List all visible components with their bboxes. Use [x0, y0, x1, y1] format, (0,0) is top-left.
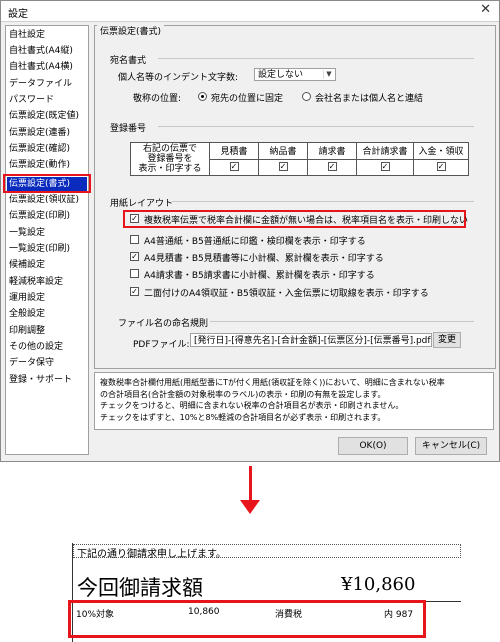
- info-line: 複数税率合計欄付用紙(用紙型番にTが付く用紙(領収証を除く))において、明細に含…: [100, 378, 445, 387]
- invoice-heading: 下記の通り御請求申し上げます。: [77, 549, 226, 560]
- sidebar-item-maintenance[interactable]: データ保守: [9, 356, 54, 371]
- sidebar-item-candidates[interactable]: 候補設定: [9, 258, 45, 273]
- checkbox-invoice-subtotal[interactable]: [130, 269, 139, 278]
- sidebar-item-slip-defaults[interactable]: 伝票設定(既定値): [9, 109, 79, 124]
- window-title: 設定: [8, 9, 28, 20]
- sidebar-item-registration-support[interactable]: 登録・サポート: [9, 373, 72, 388]
- radio-linked[interactable]: [302, 92, 311, 101]
- check-cell[interactable]: ✓: [356, 158, 414, 176]
- info-line: チェックをはずすと、10%と8%軽減の合計項目名が必ず表示・印刷されます。: [100, 412, 386, 422]
- sidebar-highlight-box: [3, 174, 91, 193]
- sidebar-item-list-print[interactable]: 一覧設定(印刷): [9, 242, 70, 257]
- pdf-filename-field[interactable]: [発行日]-[得意先名]-[合計金額]-[伝票区分]-[伝票番号].pdf: [190, 333, 432, 347]
- col-invoice: 請求書: [307, 142, 357, 160]
- sidebar-item-slip-behavior[interactable]: 伝票設定(動作): [9, 158, 70, 173]
- radio-fixed[interactable]: [198, 92, 207, 101]
- title-bar: 設定 ✕: [1, 1, 499, 22]
- col-delivery: 納品書: [258, 142, 308, 160]
- pdf-label: PDFファイル:: [133, 340, 190, 350]
- info-line: の合計項目名(合計金額の対象税率のラベル)の表示・印刷の有無を設定します。: [100, 389, 386, 399]
- close-icon[interactable]: ✕: [480, 3, 491, 17]
- indent-label: 個人名等のインデント文字数:: [118, 73, 239, 83]
- cancel-button[interactable]: キャンセル(C): [415, 437, 487, 455]
- divider: [172, 201, 474, 202]
- checkbox-estimate[interactable]: ✓: [229, 162, 239, 172]
- settings-sidebar: 自社設定 自社書式(A4縦) 自社書式(A4横) データファイル パスワード 伝…: [5, 25, 89, 455]
- arrow-head-icon: [240, 500, 260, 514]
- sidebar-item-general[interactable]: 全般設定: [9, 307, 45, 322]
- panel-title: 伝票設定(書式): [97, 24, 165, 37]
- col-payment-receipt: 入金・領収: [413, 142, 469, 160]
- registration-row-header: 右記の伝票で 登録番号を 表示・印字する: [130, 142, 210, 176]
- info-text: 複数税率合計欄付用紙(用紙型番にTが付く用紙(領収証を除く))において、明細に含…: [94, 372, 494, 430]
- option-hide-tax-label: 複数税率伝票で税率合計欄に金額が無い場合は、税率項目名を表示・印刷しない: [144, 216, 469, 226]
- option-cut-line: 二面付けのA4領収証・B5領収証・入金伝票に切取線を表示・印字する: [144, 289, 429, 299]
- sidebar-item-list[interactable]: 一覧設定: [9, 226, 45, 241]
- sidebar-item-slip-receipt[interactable]: 伝票設定(領収証): [9, 193, 79, 208]
- sidebar-item-company[interactable]: 自社設定: [9, 28, 45, 43]
- sidebar-item-company-format-a4-portrait[interactable]: 自社書式(A4縦): [9, 44, 73, 59]
- option-invoice-subtotal: A4請求書・B5請求書に小計欄、累計欄を表示・印字する: [144, 271, 375, 281]
- sidebar-item-password[interactable]: パスワード: [9, 93, 54, 108]
- filename-group-label: ファイル名の命名規則: [118, 319, 209, 329]
- checkbox-cut-line[interactable]: ✓: [130, 287, 139, 296]
- registration-group-label: 登録番号: [110, 124, 147, 134]
- sidebar-item-slip-confirm[interactable]: 伝票設定(確認): [9, 142, 70, 157]
- preview-highlight-box: [68, 600, 426, 638]
- checkbox-hide-tax-label[interactable]: ✓: [130, 214, 139, 223]
- indent-dropdown[interactable]: 設定しない ▼: [254, 68, 336, 81]
- sidebar-item-operation[interactable]: 運用設定: [9, 291, 45, 306]
- checkbox-total-invoice[interactable]: ✓: [380, 162, 390, 172]
- col-estimate: 見積書: [209, 142, 259, 160]
- sidebar-item-reduced-tax[interactable]: 軽減税率設定: [9, 275, 63, 290]
- checkbox-delivery[interactable]: ✓: [278, 162, 288, 172]
- radio-fixed-label: 宛先の位置に固定: [211, 94, 284, 104]
- chevron-down-icon: ▼: [323, 70, 334, 79]
- indent-value: 設定しない: [258, 70, 304, 80]
- option-seal-column: A4普通紙・B5普通紙に印鑑・検印欄を表示・印字する: [144, 237, 366, 247]
- check-cell[interactable]: ✓: [258, 158, 308, 176]
- divider: [158, 58, 474, 59]
- arrow-down-icon: [249, 466, 252, 500]
- paper-group-label: 用紙レイアウト: [110, 199, 174, 209]
- ok-button[interactable]: OK(O): [338, 437, 408, 455]
- sidebar-item-company-format-a4-landscape[interactable]: 自社書式(A4横): [9, 60, 73, 75]
- check-cell[interactable]: ✓: [307, 158, 357, 176]
- check-cell[interactable]: ✓: [413, 158, 469, 176]
- registration-table: 右記の伝票で 登録番号を 表示・印字する 見積書 納品書 請求書 合計請求書 入…: [130, 142, 469, 176]
- option-estimate-subtotal: A4見積書・B5見積書等に小計欄、累計欄を表示・印字する: [144, 254, 384, 264]
- sidebar-item-print-adjust[interactable]: 印刷調整: [9, 324, 45, 339]
- check-cell[interactable]: ✓: [209, 158, 259, 176]
- radio-linked-label: 会社名または個人名と連結: [315, 94, 424, 104]
- checkbox-invoice[interactable]: ✓: [327, 162, 337, 172]
- sidebar-item-slip-print[interactable]: 伝票設定(印刷): [9, 209, 70, 224]
- change-button[interactable]: 変更: [433, 332, 461, 348]
- checkbox-estimate-subtotal[interactable]: ✓: [130, 252, 139, 261]
- checkbox-seal-column[interactable]: [130, 235, 139, 244]
- checkbox-payment-receipt[interactable]: ✓: [436, 162, 446, 172]
- sidebar-item-slip-numbering[interactable]: 伝票設定(連番): [9, 126, 70, 141]
- sidebar-item-data-file[interactable]: データファイル: [9, 77, 72, 92]
- divider: [158, 126, 474, 127]
- honorific-label: 敬称の位置:: [133, 94, 182, 104]
- info-line: チェックをつけると、明細に含まれない税率の合計項目名が表示・印刷されません。: [100, 401, 404, 410]
- sidebar-item-other[interactable]: その他の設定: [9, 340, 63, 355]
- divider: [210, 321, 474, 322]
- invoice-amount: ¥10,860: [341, 574, 416, 595]
- invoice-title: 今回御請求額: [77, 576, 203, 600]
- col-total-invoice: 合計請求書: [356, 142, 414, 160]
- address-group-label: 宛名書式: [110, 56, 147, 66]
